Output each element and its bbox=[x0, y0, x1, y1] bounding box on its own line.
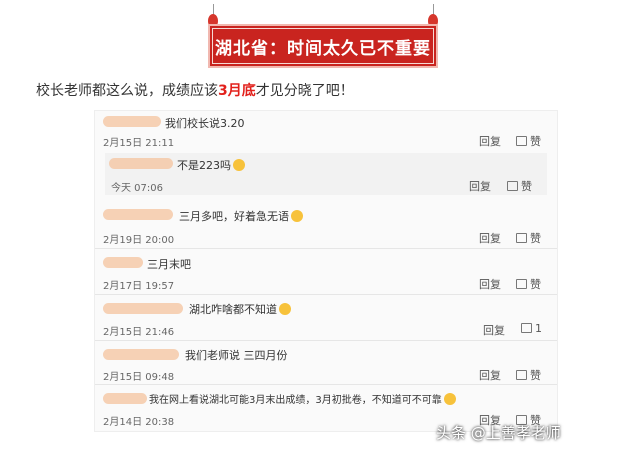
like-label: 赞 bbox=[521, 180, 532, 193]
comment-time: 2月15日 21:11 bbox=[103, 138, 175, 149]
crying-emoji-icon bbox=[291, 210, 303, 222]
lead-before: 校长老师都这么说，成绩应该 bbox=[36, 83, 218, 99]
comment-item: 我们校长说3.20 2月15日 21:11 回复 赞 bbox=[95, 111, 557, 149]
thumbs-up-icon bbox=[507, 181, 518, 191]
comment-time: 2月19日 20:00 bbox=[103, 235, 175, 246]
reply-button[interactable]: 回复 bbox=[479, 133, 501, 149]
like-label: 赞 bbox=[530, 278, 541, 291]
comment-time: 2月15日 21:46 bbox=[103, 327, 175, 338]
reply-button[interactable]: 回复 bbox=[469, 178, 491, 194]
comment-text: 三月多吧，好着急无语 bbox=[179, 208, 303, 224]
username-redacted bbox=[103, 349, 179, 360]
thumbs-up-icon bbox=[516, 136, 527, 146]
username-redacted bbox=[103, 116, 161, 127]
nested-reply-item: 不是223吗 今天 07:06 回复 赞 bbox=[105, 153, 547, 195]
thumbs-up-icon bbox=[516, 370, 527, 380]
username-redacted bbox=[103, 209, 173, 220]
wink-emoji-icon bbox=[443, 393, 456, 405]
comment-text: 我在网上看说湖北可能3月末出成绩，3月初批卷，不知道可不可靠 bbox=[149, 391, 456, 406]
comment-time: 2月14日 20:38 bbox=[103, 417, 175, 428]
lead-emphasis: 3月底 bbox=[218, 83, 256, 99]
like-label: 赞 bbox=[530, 369, 541, 382]
reply-button[interactable]: 回复 bbox=[483, 322, 505, 338]
comment-item: 湖北咋啥都不知道 2月15日 21:46 回复 1 bbox=[95, 295, 557, 341]
thumbs-up-icon bbox=[521, 323, 532, 333]
comment-text: 我们老师说 三四月份 bbox=[185, 349, 288, 362]
lead-text: 校长老师都这么说，成绩应该3月底才见分晓了吧！ bbox=[36, 80, 354, 100]
comment-text: 我们校长说3.20 bbox=[165, 117, 245, 130]
like-count: 1 bbox=[535, 322, 542, 335]
headline-banner: 湖北省：时间太久已不重要 bbox=[208, 4, 438, 68]
like-button[interactable]: 赞 bbox=[516, 367, 541, 383]
comment-time: 2月17日 19:57 bbox=[103, 281, 175, 292]
comment-text: 不是223吗 bbox=[177, 157, 245, 173]
toutiao-watermark: 头条 @上善孝老师 bbox=[436, 424, 561, 442]
lead-after: 才见分晓了吧！ bbox=[255, 83, 354, 99]
like-button[interactable]: 赞 bbox=[507, 178, 532, 194]
comment-item: 三月末吧 2月17日 19:57 回复 赞 bbox=[95, 249, 557, 295]
comment-text: 湖北咋啥都不知道 bbox=[189, 301, 291, 317]
username-redacted bbox=[103, 303, 183, 314]
like-button[interactable]: 赞 bbox=[516, 230, 541, 246]
banner-box: 湖北省：时间太久已不重要 bbox=[208, 24, 438, 68]
username-redacted bbox=[109, 158, 173, 169]
comment-item: 三月多吧，好着急无语 2月19日 20:00 回复 赞 bbox=[95, 201, 557, 249]
laugh-cry-emoji-icon bbox=[279, 303, 291, 315]
thumbs-up-icon bbox=[516, 233, 527, 243]
reply-button[interactable]: 回复 bbox=[479, 276, 501, 292]
like-button[interactable]: 赞 bbox=[516, 276, 541, 292]
comment-text: 三月末吧 bbox=[147, 258, 191, 271]
comment-time: 今天 07:06 bbox=[111, 183, 163, 194]
laugh-cry-emoji-icon bbox=[233, 159, 245, 171]
like-label: 赞 bbox=[530, 135, 541, 148]
username-redacted bbox=[103, 257, 143, 268]
thumbs-up-icon bbox=[516, 279, 527, 289]
comment-item: 我们老师说 三四月份 2月15日 09:48 回复 赞 bbox=[95, 341, 557, 385]
like-label: 赞 bbox=[530, 232, 541, 245]
reply-button[interactable]: 回复 bbox=[479, 367, 501, 383]
username-redacted bbox=[103, 393, 147, 404]
like-button[interactable]: 1 bbox=[521, 322, 542, 335]
reply-button[interactable]: 回复 bbox=[479, 230, 501, 246]
comment-card: 我们校长说3.20 2月15日 21:11 回复 赞 不是223吗 今天 07:… bbox=[94, 110, 558, 432]
like-button[interactable]: 赞 bbox=[516, 133, 541, 149]
banner-title: 湖北省：时间太久已不重要 bbox=[215, 38, 431, 59]
comment-time: 2月15日 09:48 bbox=[103, 372, 175, 383]
